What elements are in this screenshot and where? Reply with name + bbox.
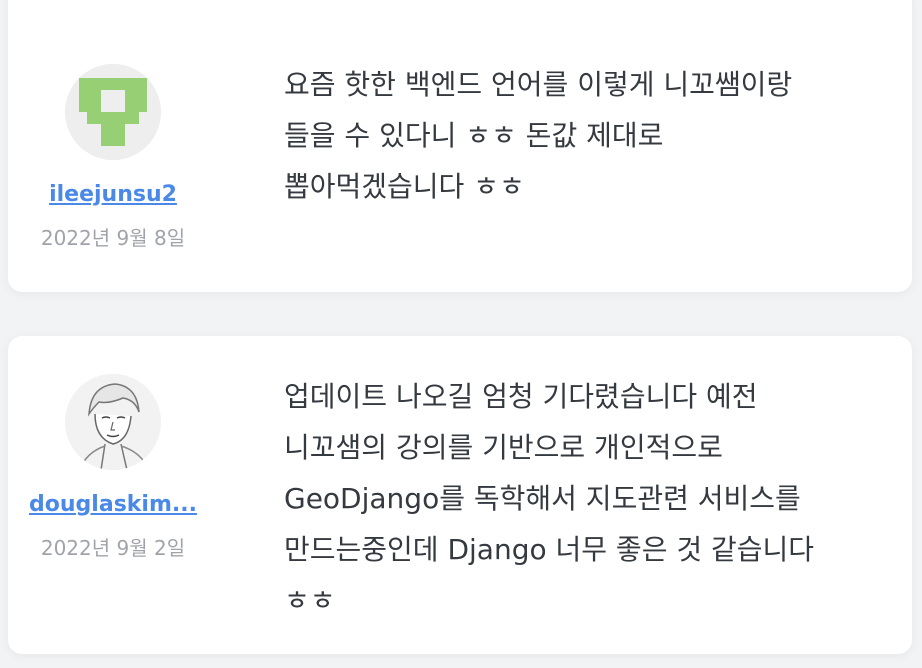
portrait-sketch-icon [65,374,161,470]
comment-line: 니꼬샘의 강의를 기반으로 개인적으로 [284,431,723,464]
comment-line: 들을 수 있다니 ㅎㅎ 돈값 제대로 [284,119,664,152]
comment-date: 2022년 9월 2일 [40,536,186,560]
comment-line: 만드는중인데 Django 너무 좋은 것 같습니다 [284,533,815,566]
comment-line: 뽑아먹겠습니다 ㅎㅎ [284,170,525,203]
comment-card: ileejunsu2 2022년 9월 8일 요즘 핫한 백엔드 언어를 이렇게… [8,0,912,292]
comment-text: 요즘 핫한 백엔드 언어를 이렇게 니꼬쌤이랑 들을 수 있다니 ㅎㅎ 돈값 제… [284,59,884,212]
comment-line: GeoDjango를 독학해서 지도관련 서비스를 [284,482,801,515]
comment-line: ㅎㅎ [284,584,336,617]
username-link[interactable]: douglaskim... [8,490,218,520]
comment-author: ileejunsu2 2022년 9월 8일 [8,64,218,252]
comment-line: 업데이트 나오길 엄청 기다렸습니다 예전 [284,380,758,413]
comment-line: 요즘 핫한 백엔드 언어를 이렇게 니꼬쌤이랑 [284,68,793,101]
comment-author: douglaskim... 2022년 9월 2일 [8,374,218,562]
avatar[interactable] [65,374,161,470]
comment-date: 2022년 9월 8일 [40,226,186,250]
comment-card: douglaskim... 2022년 9월 2일 업데이트 나오길 엄청 기다… [8,336,912,654]
identicon-icon [65,64,161,160]
comment-text: 업데이트 나오길 엄청 기다렸습니다 예전 니꼬샘의 강의를 기반으로 개인적으… [284,371,884,626]
avatar[interactable] [65,64,161,160]
username-link[interactable]: ileejunsu2 [8,180,218,210]
